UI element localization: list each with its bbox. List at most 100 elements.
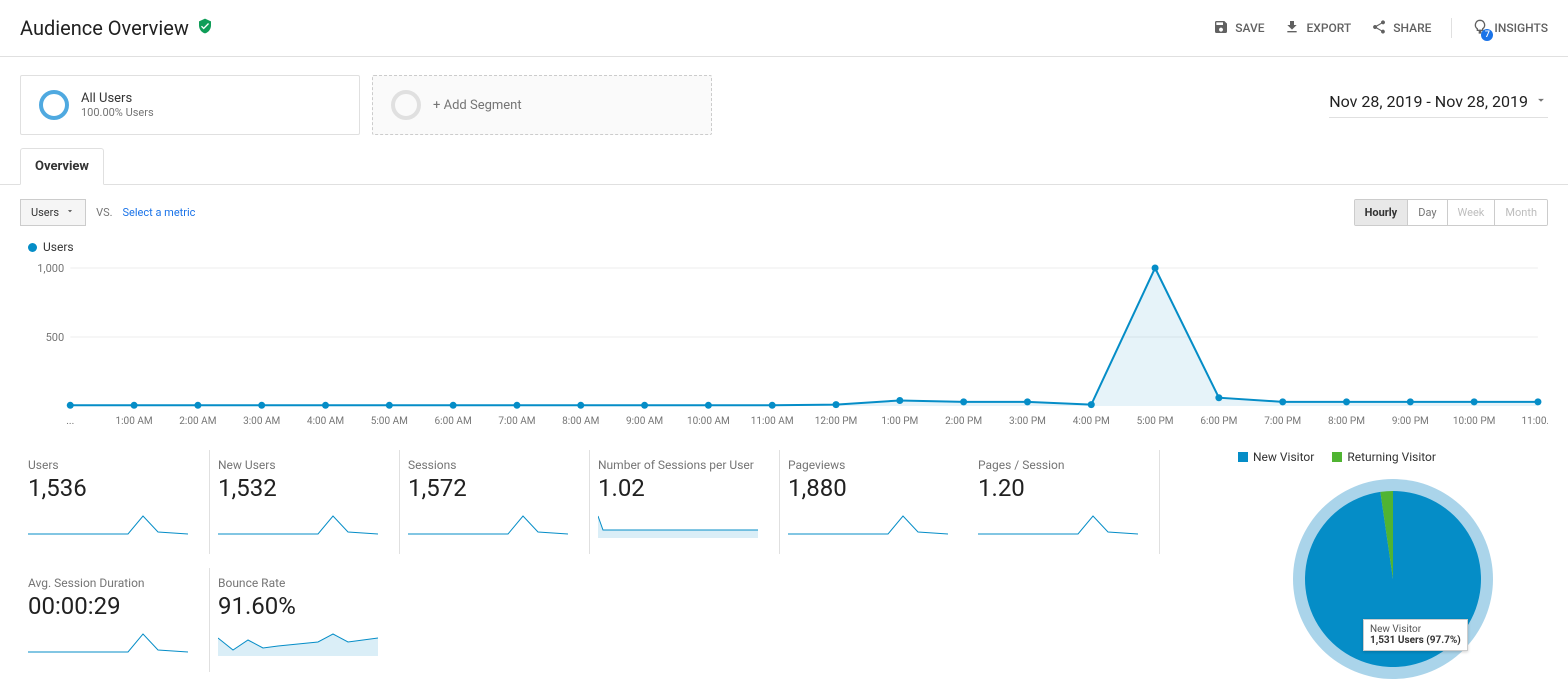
insights-label: INSIGHTS <box>1494 21 1548 35</box>
granularity-day[interactable]: Day <box>1407 200 1446 225</box>
segment-empty-circle-icon <box>391 90 421 120</box>
metric-value: 1,532 <box>218 474 387 502</box>
svg-text:2:00 PM: 2:00 PM <box>945 416 982 427</box>
metric-label: New Users <box>218 458 387 472</box>
chart-controls: Users VS. Select a metric Hourly Day Wee… <box>0 185 1568 240</box>
svg-text:5:00 AM: 5:00 AM <box>371 416 408 427</box>
metric-value: 1,536 <box>28 474 197 502</box>
date-range-label: Nov 28, 2019 - Nov 28, 2019 <box>1329 92 1528 111</box>
svg-text:4:00 AM: 4:00 AM <box>307 416 344 427</box>
sparkline <box>788 508 948 538</box>
page-header: Audience Overview SAVE EXPORT SHARE 7 IN… <box>0 0 1568 57</box>
metric-label: Avg. Session Duration <box>28 576 197 590</box>
pie-chart[interactable]: New Visitor 1,531 Users (97.7%) <box>1288 474 1498 684</box>
date-range-picker[interactable]: Nov 28, 2019 - Nov 28, 2019 <box>1329 92 1548 118</box>
share-button[interactable]: SHARE <box>1371 19 1431 38</box>
metric-selector-label: Users <box>31 206 59 219</box>
chart-legend: Users <box>0 240 1568 262</box>
granularity-toggle: Hourly Day Week Month <box>1354 199 1548 226</box>
share-label: SHARE <box>1393 21 1431 35</box>
segment-title: All Users <box>81 91 154 106</box>
metric-label: Pages / Session <box>978 458 1147 472</box>
metric-card[interactable]: Sessions 1,572 <box>400 450 590 554</box>
metric-value: 1,572 <box>408 474 577 502</box>
dropdown-icon <box>1534 92 1548 111</box>
granularity-week: Week <box>1447 200 1495 225</box>
metric-card[interactable]: Pages / Session 1.20 <box>970 450 1160 554</box>
export-button[interactable]: EXPORT <box>1284 19 1351 38</box>
header-title-group: Audience Overview <box>20 16 213 40</box>
metrics-grid: Users 1,536 New Users 1,532 Sessions 1,572 Num… <box>20 450 1218 686</box>
svg-text:10:00 AM: 10:00 AM <box>687 416 730 427</box>
metric-label: Pageviews <box>788 458 958 472</box>
metrics-section: Users 1,536 New Users 1,532 Sessions 1,572 Num… <box>0 432 1568 686</box>
svg-text:...: ... <box>66 416 74 427</box>
page-title: Audience Overview <box>20 16 189 40</box>
pie-tooltip-value: 1,531 Users (97.7%) <box>1370 635 1461 646</box>
legend-label: Users <box>43 240 74 254</box>
insights-button[interactable]: 7 INSIGHTS <box>1472 19 1548 38</box>
svg-text:2:00 AM: 2:00 AM <box>179 416 216 427</box>
add-segment-label: + Add Segment <box>433 98 522 113</box>
legend-users: Users <box>28 240 1540 254</box>
metric-value: 1.20 <box>978 474 1147 502</box>
segments-row: All Users 100.00% Users + Add Segment No… <box>0 57 1568 147</box>
vs-label: VS. <box>96 206 112 219</box>
metric-value: 91.60% <box>218 592 388 620</box>
legend-dot-icon <box>28 243 37 252</box>
metric-card[interactable]: Bounce Rate 91.60% <box>210 568 400 672</box>
legend-square-icon <box>1332 452 1342 462</box>
metric-label: Sessions <box>408 458 577 472</box>
svg-text:9:00 AM: 9:00 AM <box>626 416 663 427</box>
svg-text:1:00 AM: 1:00 AM <box>115 416 152 427</box>
save-button[interactable]: SAVE <box>1213 19 1264 38</box>
select-metric-link[interactable]: Select a metric <box>123 206 196 219</box>
svg-text:10:00 PM: 10:00 PM <box>1453 416 1496 427</box>
metric-card[interactable]: Users 1,536 <box>20 450 210 554</box>
sparkline <box>28 508 188 538</box>
segment-all-users[interactable]: All Users 100.00% Users <box>20 75 360 135</box>
svg-text:8:00 PM: 8:00 PM <box>1328 416 1365 427</box>
svg-text:7:00 AM: 7:00 AM <box>498 416 535 427</box>
metric-value: 00:00:29 <box>28 592 197 620</box>
metric-card[interactable]: Pageviews 1,880 <box>780 450 970 554</box>
svg-text:5:00 PM: 5:00 PM <box>1137 416 1174 427</box>
svg-text:11:00 AM: 11:00 AM <box>751 416 794 427</box>
granularity-month: Month <box>1494 200 1547 225</box>
metric-label: Users <box>28 458 197 472</box>
metric-selector[interactable]: Users <box>20 199 86 226</box>
pie-legend-returning-label: Returning Visitor <box>1347 450 1436 464</box>
save-icon <box>1213 19 1229 38</box>
tab-overview[interactable]: Overview <box>20 148 104 185</box>
header-actions: SAVE EXPORT SHARE 7 INSIGHTS <box>1213 17 1548 39</box>
svg-text:3:00 PM: 3:00 PM <box>1009 416 1046 427</box>
metric-label: Number of Sessions per User <box>598 458 767 472</box>
metric-label: Bounce Rate <box>218 576 388 590</box>
pie-section: New Visitor Returning Visitor New Visito… <box>1218 450 1548 686</box>
svg-text:11:00...: 11:00... <box>1521 416 1548 427</box>
legend-square-icon <box>1238 452 1248 462</box>
svg-text:8:00 AM: 8:00 AM <box>562 416 599 427</box>
sparkline <box>408 508 568 538</box>
insights-count: 7 <box>1481 29 1493 41</box>
sparkline <box>598 508 758 538</box>
svg-text:4:00 PM: 4:00 PM <box>1073 416 1110 427</box>
pie-legend-returning: Returning Visitor <box>1332 450 1436 464</box>
main-chart[interactable]: 5001,000...1:00 AM2:00 AM3:00 AM4:00 AM5… <box>0 262 1568 432</box>
metric-value: 1,880 <box>788 474 958 502</box>
export-label: EXPORT <box>1306 21 1351 35</box>
export-icon <box>1284 19 1300 38</box>
add-segment-button[interactable]: + Add Segment <box>372 75 712 135</box>
svg-text:1:00 PM: 1:00 PM <box>881 416 918 427</box>
svg-text:9:00 PM: 9:00 PM <box>1392 416 1429 427</box>
metric-card[interactable]: New Users 1,532 <box>210 450 400 554</box>
svg-text:3:00 AM: 3:00 AM <box>243 416 280 427</box>
segment-circle-icon <box>39 90 69 120</box>
insights-icon: 7 <box>1472 19 1488 38</box>
granularity-hourly[interactable]: Hourly <box>1355 200 1408 225</box>
metric-card[interactable]: Avg. Session Duration 00:00:29 <box>20 568 210 672</box>
svg-text:6:00 AM: 6:00 AM <box>435 416 472 427</box>
metric-card[interactable]: Number of Sessions per User1.02 <box>590 450 780 554</box>
sparkline <box>28 626 188 656</box>
svg-text:6:00 PM: 6:00 PM <box>1200 416 1237 427</box>
